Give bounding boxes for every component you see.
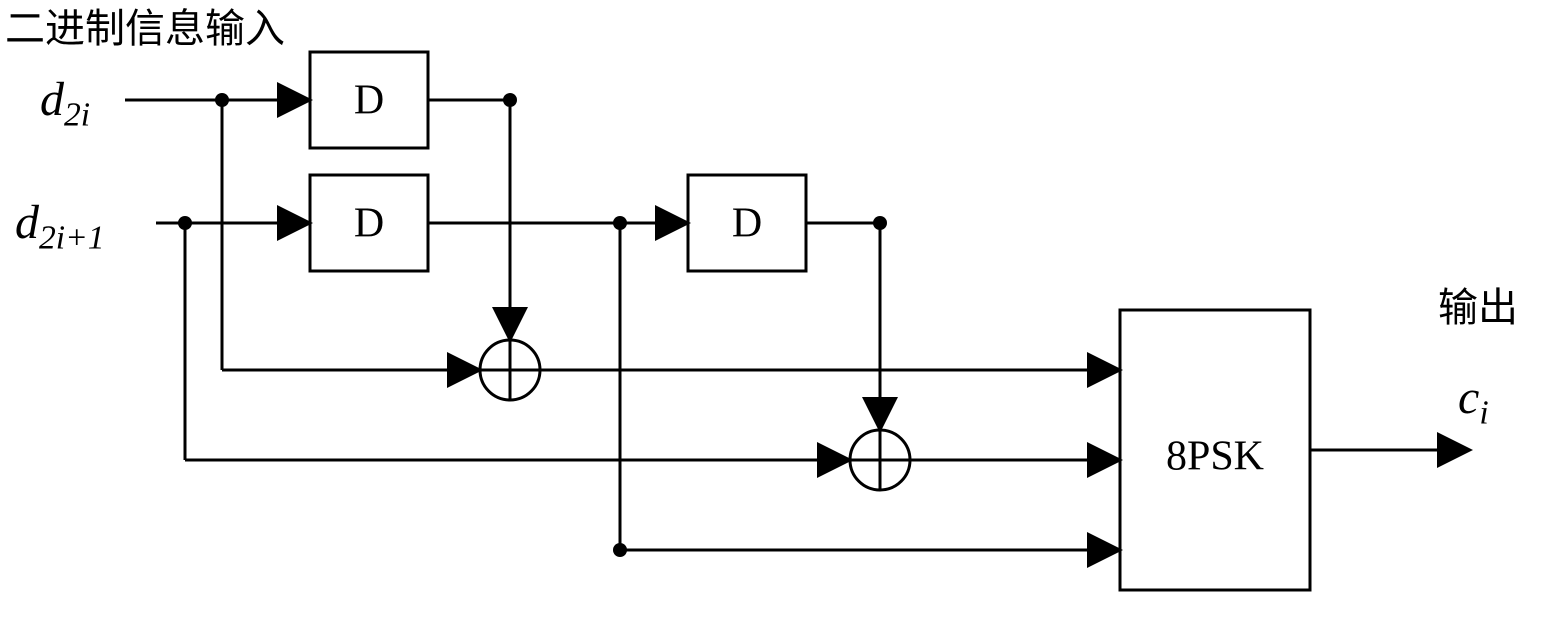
delay-block-midleft-text: D xyxy=(354,201,384,247)
delay-block-right-text: D xyxy=(732,201,762,247)
diagram-svg: D D D 8PSK xyxy=(0,0,1549,638)
mapper-block-text: 8PSK xyxy=(1166,434,1264,480)
delay-block-top-text: D xyxy=(354,78,384,124)
